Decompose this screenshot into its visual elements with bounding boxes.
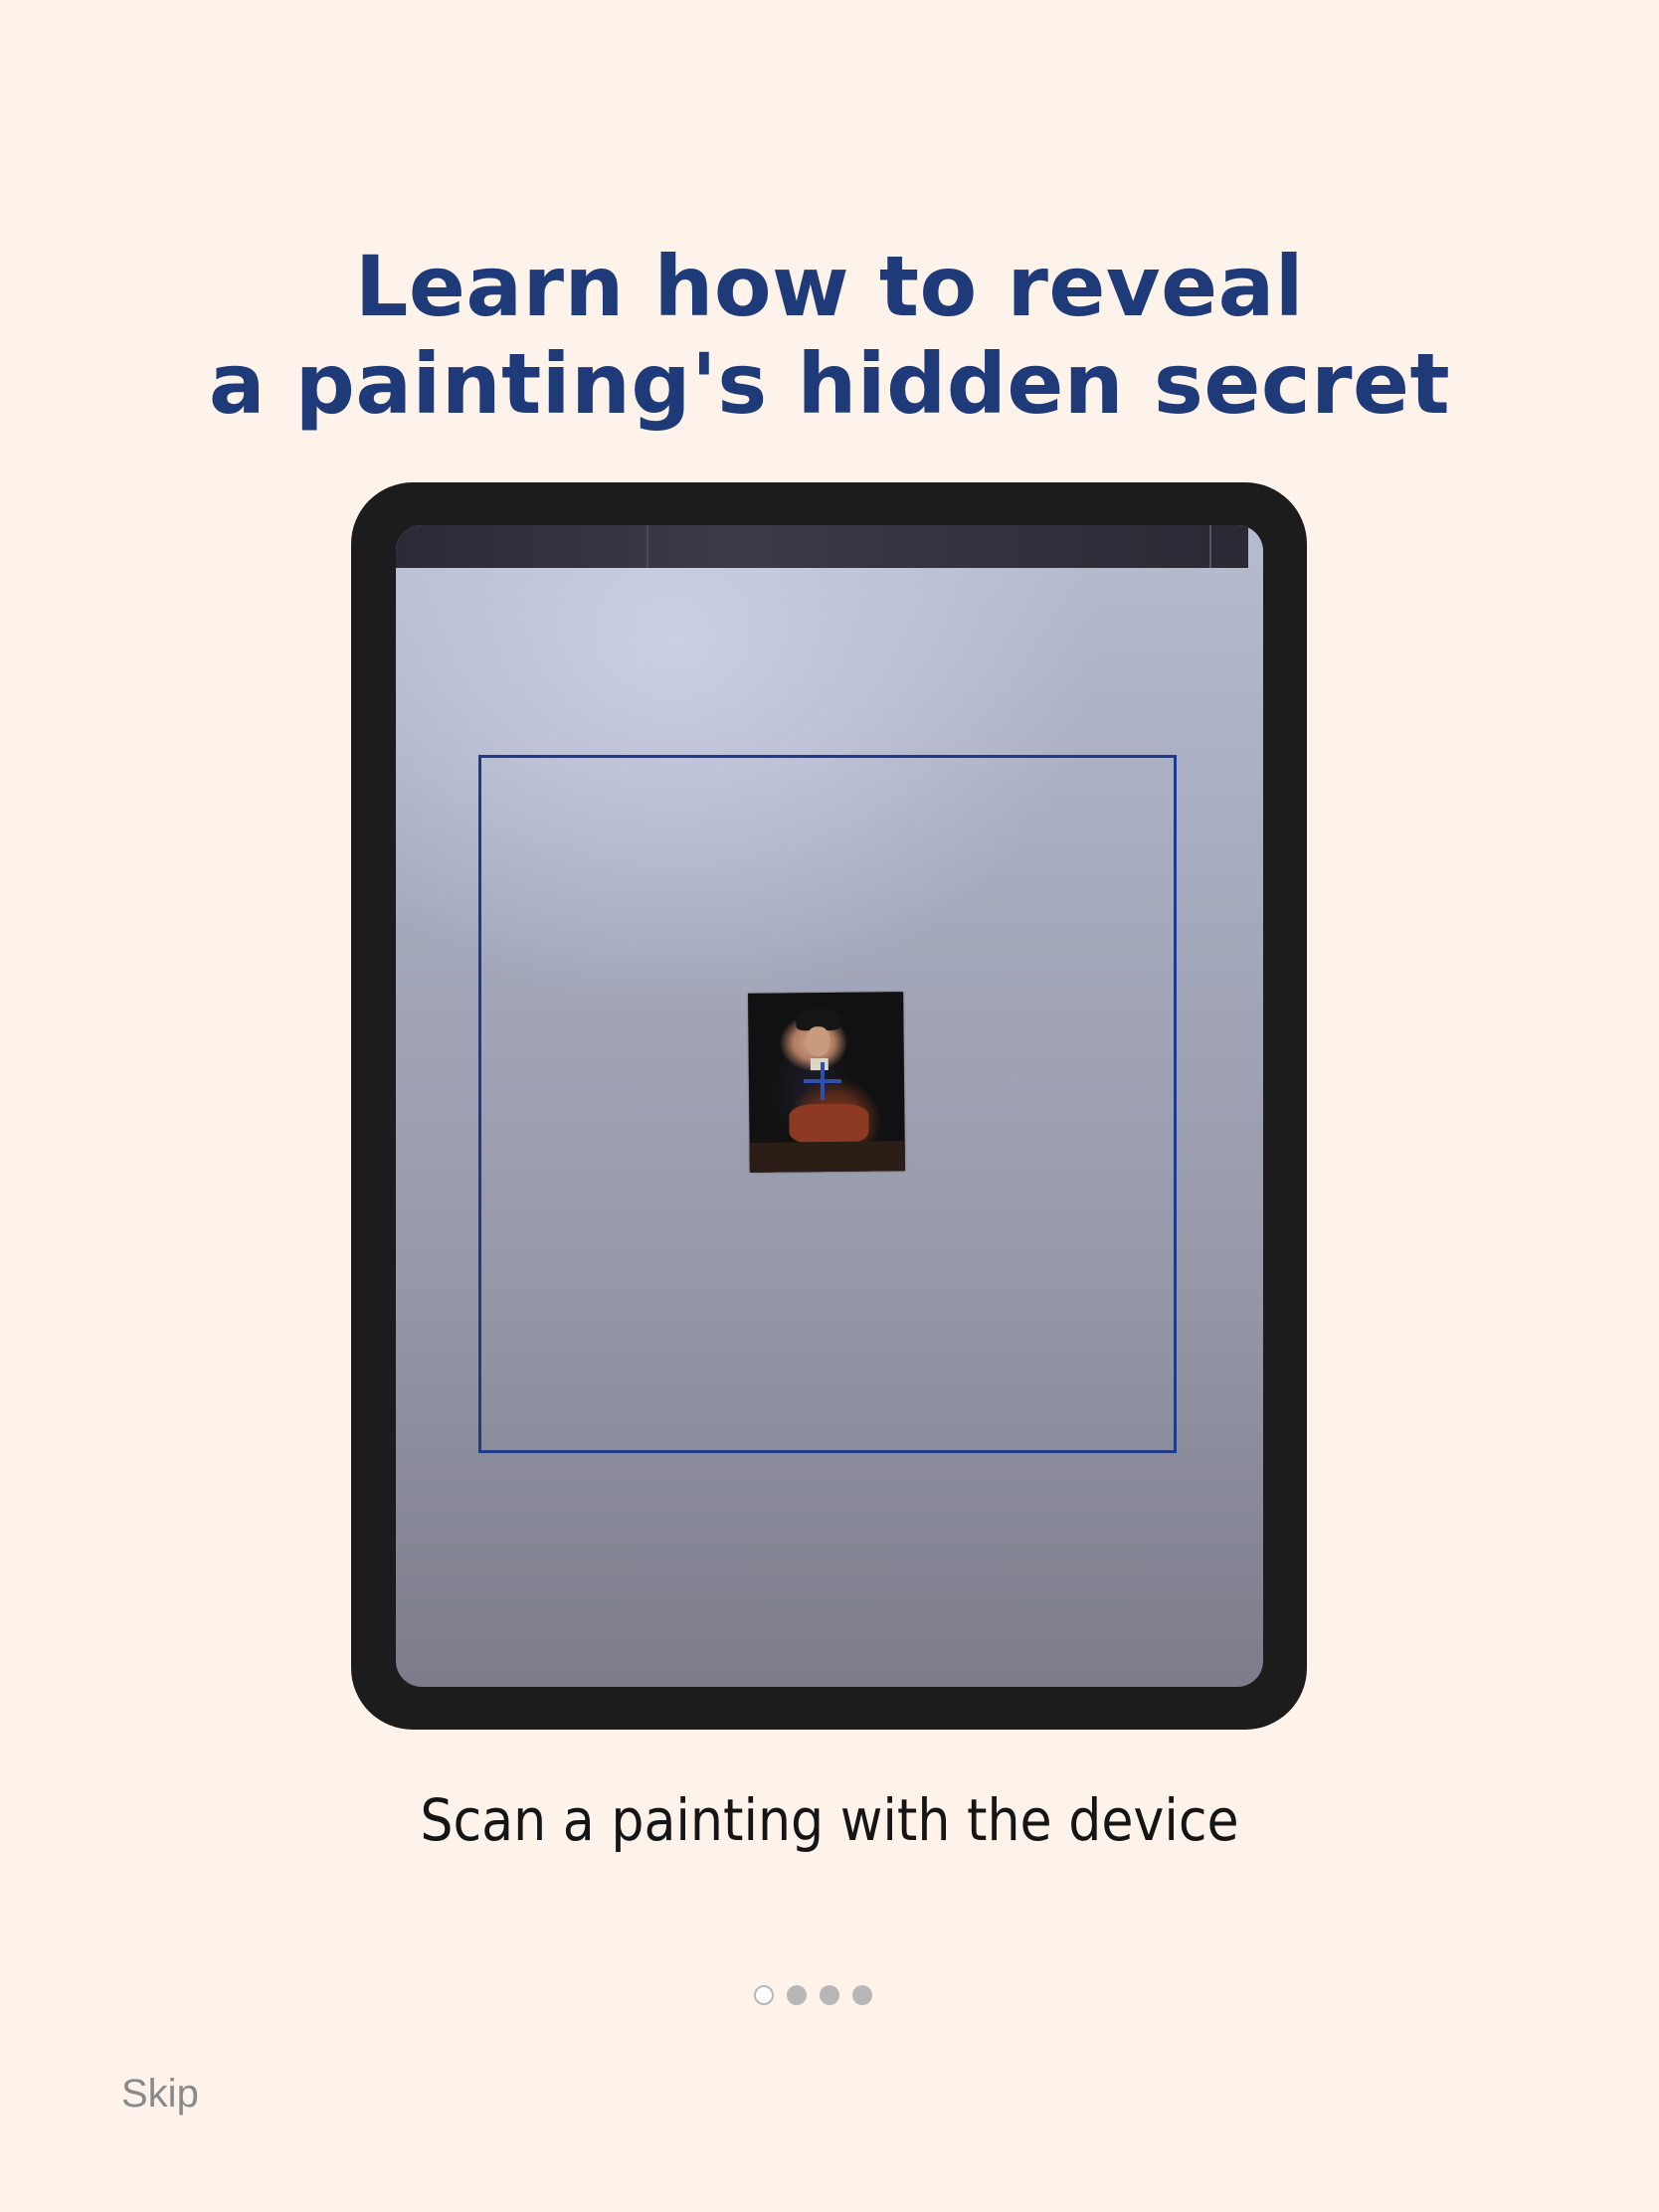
device-screen [396, 525, 1263, 1687]
page-indicator [754, 1985, 872, 2007]
ceiling-seam [646, 525, 648, 568]
painting-detail [789, 1103, 869, 1145]
camera-ceiling-strip [396, 525, 1248, 568]
title-line-1: Learn how to reveal [354, 238, 1305, 336]
page-dot-1[interactable] [754, 1985, 774, 2005]
page-dot-4[interactable] [852, 1985, 872, 2005]
page-title: Learn how to reveal a painting's hidden … [0, 238, 1659, 433]
ceiling-seam [1209, 525, 1211, 568]
crosshair-icon [804, 1062, 841, 1100]
title-line-2: a painting's hidden secret [208, 335, 1451, 434]
onboarding-caption: Scan a painting with the device [420, 1786, 1239, 1854]
painting-detail [749, 1141, 905, 1173]
painting-detail [806, 1025, 830, 1057]
device-illustration [351, 482, 1307, 1730]
skip-button[interactable]: Skip [121, 2069, 199, 2119]
page-dot-2[interactable] [787, 1985, 807, 2005]
page-dot-3[interactable] [820, 1985, 839, 2005]
